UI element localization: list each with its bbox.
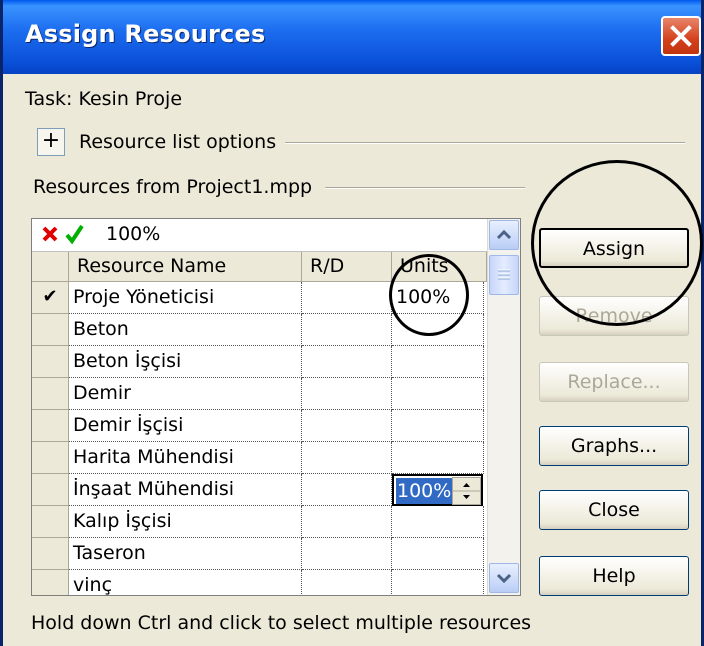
entry-bar[interactable]: 100% <box>32 219 487 252</box>
rd-cell[interactable] <box>302 474 392 506</box>
scroll-down-button[interactable] <box>489 563 519 593</box>
rd-cell[interactable] <box>302 506 392 538</box>
resource-name-cell[interactable]: Beton İşçisi <box>69 346 302 378</box>
units-cell[interactable] <box>392 378 484 410</box>
rd-cell[interactable] <box>302 346 392 378</box>
close-button[interactable]: Close <box>539 490 689 530</box>
resource-name-cell[interactable]: Harita Mühendisi <box>69 442 302 474</box>
resource-name-cell[interactable]: İnşaat Mühendisi <box>69 474 302 506</box>
table-row[interactable]: Demir İşçisi <box>32 410 487 442</box>
resource-list-options-toggle[interactable]: + <box>37 128 65 156</box>
replace-button[interactable]: Replace... <box>539 362 689 402</box>
annotation-circle-units <box>389 254 469 336</box>
row-header <box>32 442 69 474</box>
resource-name-cell[interactable]: Kalıp İşçisi <box>69 506 302 538</box>
footer-hint: Hold down Ctrl and click to select multi… <box>31 612 532 634</box>
resource-name-cell[interactable]: Demir İşçisi <box>69 410 302 442</box>
units-cell[interactable] <box>392 442 484 474</box>
units-cell[interactable] <box>392 410 484 442</box>
row-header <box>32 506 69 538</box>
resource-list-options-label[interactable]: Resource list options <box>79 131 276 153</box>
resource-name-cell[interactable]: Demir <box>69 378 302 410</box>
table-row[interactable]: Beton İşçisi <box>32 346 487 378</box>
chevron-down-icon <box>496 573 512 584</box>
table-row[interactable]: İnşaat Mühendisi 100% <box>32 474 487 506</box>
window-title: Assign Resources <box>25 20 266 48</box>
scroll-up-button[interactable] <box>489 220 519 250</box>
rd-cell[interactable] <box>302 570 392 595</box>
units-cell[interactable] <box>392 570 484 595</box>
resources-from-label: Resources from Project1.mpp <box>33 176 313 198</box>
resource-name-cell[interactable]: Proje Yöneticisi <box>69 282 302 314</box>
rd-cell[interactable] <box>302 410 392 442</box>
rd-cell[interactable] <box>302 314 392 346</box>
table-row[interactable]: Taseron <box>32 538 487 570</box>
resource-name-cell[interactable]: Taseron <box>69 538 302 570</box>
task-label: Task: Kesin Proje <box>25 88 183 110</box>
rd-cell[interactable] <box>302 442 392 474</box>
row-header <box>32 378 69 410</box>
vertical-scrollbar[interactable] <box>487 219 520 595</box>
rd-cell[interactable] <box>302 538 392 570</box>
row-header-corner <box>32 252 69 282</box>
row-header <box>32 474 69 506</box>
col-header-rd[interactable]: R/D <box>302 252 392 282</box>
units-spinner[interactable]: 100% <box>392 474 483 506</box>
units-cell[interactable] <box>392 506 484 538</box>
assign-resources-dialog: Assign Resources Task: Kesin Proje + Res… <box>0 0 704 646</box>
close-icon <box>670 25 692 47</box>
row-header <box>32 410 69 442</box>
units-cell[interactable] <box>392 346 484 378</box>
options-divider <box>285 142 685 144</box>
resource-name-cell[interactable]: Beton <box>69 314 302 346</box>
close-window-button[interactable] <box>661 16 701 56</box>
title-bar[interactable]: Assign Resources <box>3 0 701 74</box>
col-header-resource-name[interactable]: Resource Name <box>69 252 302 282</box>
chevron-up-icon <box>496 229 512 240</box>
resource-name-cell[interactable]: vinç <box>69 570 302 595</box>
resources-divider <box>325 187 525 189</box>
scroll-thumb[interactable] <box>489 255 519 295</box>
help-button[interactable]: Help <box>539 556 689 596</box>
row-header <box>32 538 69 570</box>
accept-entry-icon[interactable] <box>64 223 84 245</box>
annotation-circle-assign <box>531 160 703 326</box>
table-row[interactable]: Kalıp İşçisi <box>32 506 487 538</box>
spin-up-down-icon[interactable] <box>453 478 480 504</box>
row-header <box>32 570 69 595</box>
table-row[interactable]: Harita Mühendisi <box>32 442 487 474</box>
row-header <box>32 314 69 346</box>
units-spinner-value[interactable]: 100% <box>396 478 453 504</box>
assigned-check-icon: ✔ <box>32 282 69 314</box>
grip-icon <box>498 269 510 280</box>
entry-value[interactable]: 100% <box>106 223 160 245</box>
table-row[interactable]: vinç <box>32 570 487 595</box>
table-row[interactable]: Demir <box>32 378 487 410</box>
cancel-entry-icon[interactable] <box>40 223 60 245</box>
rd-cell[interactable] <box>302 378 392 410</box>
rd-cell[interactable] <box>302 282 392 314</box>
graphs-button[interactable]: Graphs... <box>539 426 689 466</box>
row-header <box>32 346 69 378</box>
units-cell[interactable] <box>392 538 484 570</box>
units-spin-buttons[interactable] <box>452 477 481 505</box>
